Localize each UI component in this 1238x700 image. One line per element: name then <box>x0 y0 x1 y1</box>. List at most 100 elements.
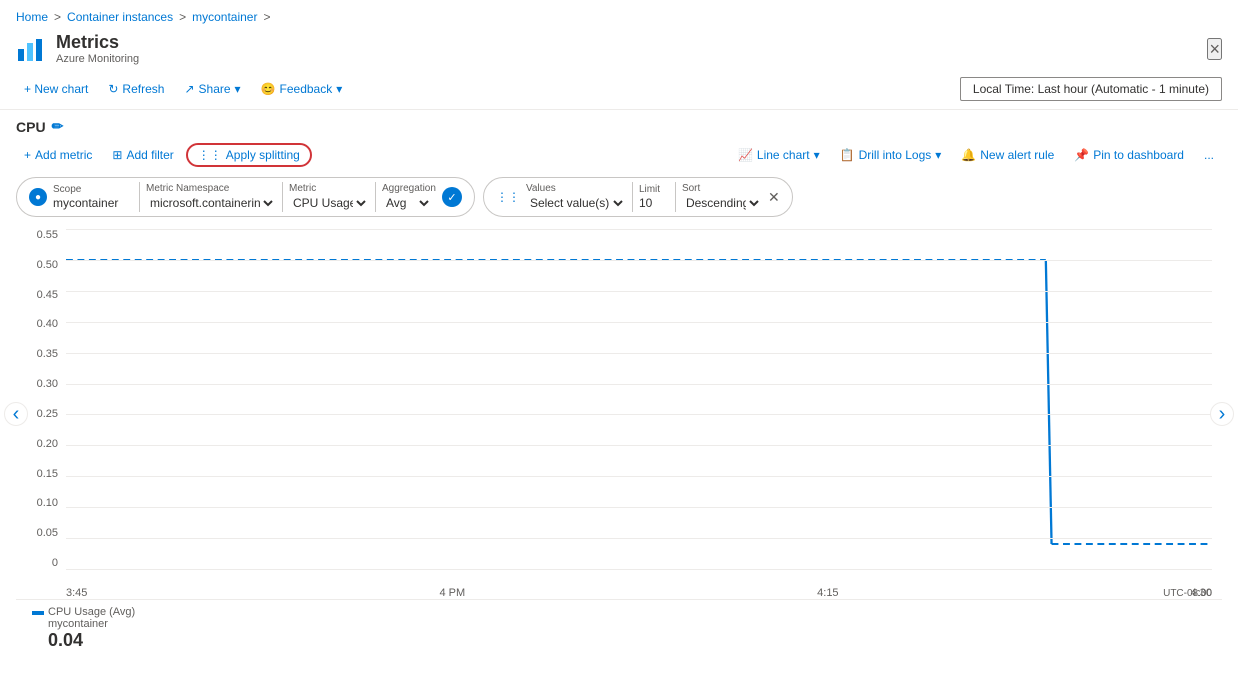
chart-controls-right: 📈 Line chart ▾ 📋 Drill into Logs ▾ 🔔 New… <box>730 144 1222 166</box>
add-filter-button[interactable]: ⊞ Add filter <box>104 144 181 166</box>
line-chart-button[interactable]: 📈 Line chart ▾ <box>730 144 828 166</box>
refresh-button[interactable]: ↻ Refresh <box>100 78 172 100</box>
chart-controls-left: + Add metric ⊞ Add filter ⋮⋮ Apply split… <box>16 143 312 167</box>
pin-to-dashboard-button[interactable]: 📌 Pin to dashboard <box>1066 144 1192 166</box>
splitting-sort-label: Sort <box>682 183 762 194</box>
y-axis: 0.55 0.50 0.45 0.40 0.35 0.30 0.25 0.20 … <box>16 229 64 569</box>
drill-into-logs-button[interactable]: 📋 Drill into Logs ▾ <box>832 144 950 166</box>
toolbar-right: Local Time: Last hour (Automatic - 1 min… <box>960 77 1222 101</box>
y-label-005: 0.05 <box>37 527 58 539</box>
feedback-icon: 😊 <box>261 82 276 96</box>
chart-controls: + Add metric ⊞ Add filter ⋮⋮ Apply split… <box>16 143 1222 167</box>
feedback-button[interactable]: 😊 Feedback ▾ <box>253 78 351 100</box>
add-metric-button[interactable]: + Add metric <box>16 144 100 166</box>
remove-splitting-button[interactable]: ✕ <box>768 189 780 206</box>
drill-logs-icon: 📋 <box>840 148 855 162</box>
breadcrumb-container-instances[interactable]: Container instances <box>67 10 173 24</box>
share-button[interactable]: ↗ Share ▾ <box>176 78 248 100</box>
splitting-values-select[interactable]: Select value(s) <box>526 195 626 211</box>
feedback-chevron-icon: ▾ <box>336 82 342 96</box>
breadcrumb-sep1: > <box>54 10 61 24</box>
legend-container-name: mycontainer <box>48 618 135 630</box>
splitting-limit-label: Limit <box>639 184 669 195</box>
x-label-415: 4:15 <box>817 587 838 599</box>
app-icon <box>16 35 44 63</box>
drill-logs-chevron-icon: ▾ <box>935 148 941 162</box>
y-label-000: 0 <box>52 557 58 569</box>
chart-area: 0.55 0.50 0.45 0.40 0.35 0.30 0.25 0.20 … <box>16 229 1222 599</box>
x-label-4pm: 4 PM <box>439 587 465 599</box>
refresh-icon: ↻ <box>108 82 118 96</box>
namespace-field: Metric Namespace microsoft.containerinst… <box>146 183 276 211</box>
y-label-035: 0.35 <box>37 348 58 360</box>
new-chart-button[interactable]: + New chart <box>16 78 96 100</box>
app-subtitle: Azure Monitoring <box>56 53 139 65</box>
chart-title-text: CPU <box>16 119 46 135</box>
add-filter-icon: ⊞ <box>112 148 122 162</box>
new-alert-rule-button[interactable]: 🔔 New alert rule <box>953 144 1062 166</box>
add-metric-icon: + <box>24 148 31 162</box>
share-chevron-icon: ▾ <box>235 82 241 96</box>
breadcrumb-mycontainer[interactable]: mycontainer <box>192 10 257 24</box>
more-options-icon: ... <box>1204 148 1214 162</box>
more-options-button[interactable]: ... <box>1196 144 1222 166</box>
x-axis: 3:45 4 PM 4:15 4:30 <box>66 587 1212 599</box>
breadcrumb-sep3: > <box>263 10 270 24</box>
y-label-045: 0.45 <box>37 289 58 301</box>
splitting-values-icon: ⋮⋮ <box>496 190 520 204</box>
splitting-sort-field: Sort Descending <box>682 183 762 211</box>
aggregation-label: Aggregation <box>382 183 436 194</box>
metric-pill: ● Scope Metric Namespace microsoft.conta… <box>16 177 475 217</box>
y-label-055: 0.55 <box>37 229 58 241</box>
aggregation-field: Aggregation Avg <box>382 183 436 211</box>
legend-color <box>32 611 44 615</box>
legend-metric-name: CPU Usage (Avg) <box>48 606 135 618</box>
metric-select[interactable]: CPU Usage <box>289 195 369 211</box>
chart-nav-left[interactable]: ‹ <box>4 402 28 426</box>
namespace-label: Metric Namespace <box>146 183 276 194</box>
splitting-limit-input[interactable] <box>639 196 669 210</box>
x-label-345: 3:45 <box>66 587 87 599</box>
line-chart-icon: 📈 <box>738 148 753 162</box>
y-label-040: 0.40 <box>37 318 58 330</box>
y-label-010: 0.10 <box>37 497 58 509</box>
legend-value: 0.04 <box>48 630 135 651</box>
breadcrumb-home[interactable]: Home <box>16 10 48 24</box>
time-range-button[interactable]: Local Time: Last hour (Automatic - 1 min… <box>960 77 1222 101</box>
aggregation-select[interactable]: Avg <box>382 195 432 211</box>
header-left: Metrics Azure Monitoring <box>16 32 139 65</box>
chart-legend: CPU Usage (Avg) mycontainer 0.04 <box>16 599 1222 657</box>
close-button[interactable]: × <box>1207 38 1222 60</box>
splitting-limit-field: Limit <box>639 184 669 210</box>
share-icon: ↗ <box>184 82 194 96</box>
y-label-050: 0.50 <box>37 259 58 271</box>
namespace-select[interactable]: microsoft.containerinst... <box>146 195 276 211</box>
header: Metrics Azure Monitoring × <box>0 28 1238 73</box>
app-title-group: Metrics Azure Monitoring <box>56 32 139 65</box>
y-label-025: 0.25 <box>37 408 58 420</box>
y-label-030: 0.30 <box>37 378 58 390</box>
scope-label: Scope <box>53 184 133 195</box>
chart-section: CPU ✏ + Add metric ⊞ Add filter ⋮⋮ Apply… <box>0 110 1238 665</box>
line-chart-chevron-icon: ▾ <box>814 148 820 162</box>
scope-field: Scope <box>53 184 133 210</box>
pin-icon: 📌 <box>1074 148 1089 162</box>
chart-wrapper: ‹ 0.55 0.50 0.45 0.40 0.35 0.30 0.25 0.2… <box>16 229 1222 599</box>
apply-splitting-button[interactable]: ⋮⋮ Apply splitting <box>186 143 312 167</box>
chart-nav-right[interactable]: › <box>1210 402 1234 426</box>
legend-info: CPU Usage (Avg) mycontainer 0.04 <box>48 606 135 651</box>
app-title: Metrics <box>56 32 139 53</box>
toolbar: + New chart ↻ Refresh ↗ Share ▾ 😊 Feedba… <box>0 73 1238 110</box>
chart-canvas <box>66 229 1212 569</box>
confirm-metric-button[interactable]: ✓ <box>442 187 462 207</box>
splitting-pill: ⋮⋮ Values Select value(s) Limit Sort Des… <box>483 177 793 217</box>
splitting-values-field: Values Select value(s) <box>526 183 626 211</box>
edit-title-icon[interactable]: ✏ <box>52 118 64 135</box>
metric-field: Metric CPU Usage <box>289 183 369 211</box>
y-label-015: 0.15 <box>37 468 58 480</box>
alert-icon: 🔔 <box>961 148 976 162</box>
grid-lines <box>66 229 1212 569</box>
scope-input[interactable] <box>53 196 133 210</box>
utc-label: UTC-08:00 <box>1163 588 1212 599</box>
splitting-sort-select[interactable]: Descending <box>682 195 762 211</box>
